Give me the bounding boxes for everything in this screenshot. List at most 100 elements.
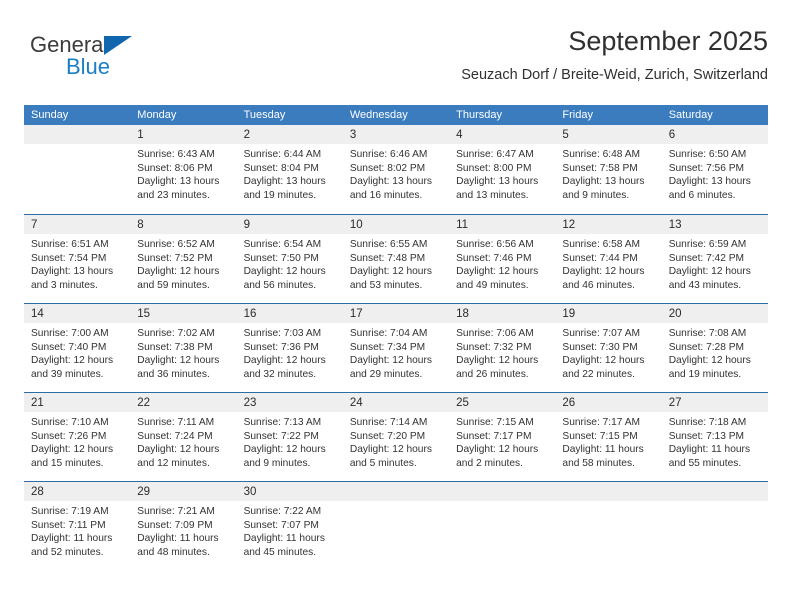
daylight-line-1: Daylight: 12 hours: [349, 355, 432, 367]
daylight-line-2: and 29 minutes.: [349, 368, 423, 380]
day-details: Sunrise: 7:02 AM Sunset: 7:38 PM Daylight:…: [130, 323, 236, 381]
sunset-line: Sunset: 7:46 PM: [456, 252, 532, 264]
day-cell[interactable]: 18 Sunrise: 7:06 AM Sunset: 7:32 PM Dayligh…: [449, 304, 556, 392]
day-number-band: [555, 482, 662, 501]
day-number-band: 17: [342, 304, 450, 323]
day-cell[interactable]: 6 Sunrise: 6:50 AM Sunset: 7:56 PM Daylight…: [661, 125, 768, 214]
day-number: 6: [668, 129, 676, 141]
day-cell[interactable]: 24 Sunrise: 7:14 AM Sunset: 7:20 PM Dayligh…: [342, 393, 450, 481]
day-number-band: 10: [342, 215, 450, 234]
day-cell[interactable]: 4 Sunrise: 6:47 AM Sunset: 8:00 PM Daylight…: [449, 125, 556, 214]
day-cell[interactable]: 20 Sunrise: 7:08 AM Sunset: 7:28 PM Dayligh…: [661, 304, 768, 392]
sunset-line: Sunset: 7:15 PM: [562, 430, 638, 442]
daylight-line-2: and 12 minutes.: [137, 457, 210, 469]
sunset-line: Sunset: 7:38 PM: [137, 341, 213, 353]
day-number: 8: [137, 219, 144, 231]
day-cell[interactable]: 30 Sunrise: 7:22 AM Sunset: 7:07 PM Dayligh…: [236, 482, 343, 570]
page-subtitle: Seuzach Dorf / Breite-Weid, Zurich, Swit…: [461, 67, 768, 83]
day-number: 12: [562, 219, 576, 231]
sunrise-line: Sunrise: 7:07 AM: [562, 328, 640, 339]
day-number-band: 11: [449, 215, 556, 234]
day-details: Sunrise: 7:08 AM Sunset: 7:28 PM Daylight:…: [662, 323, 768, 381]
day-details: Sunrise: 7:00 AM Sunset: 7:40 PM Daylight:…: [24, 323, 130, 381]
daylight-line-2: and 19 minutes.: [243, 189, 317, 201]
day-number-band: 3: [342, 125, 450, 144]
day-cell[interactable]: 19 Sunrise: 7:07 AM Sunset: 7:30 PM Dayligh…: [555, 304, 662, 392]
weekday-header-monday: Monday: [137, 109, 177, 121]
daylight-line-1: Daylight: 13 hours: [349, 176, 432, 188]
calendar-page: General Blue September 2025 Seuzach Dorf…: [0, 0, 792, 612]
day-cell[interactable]: 10 Sunrise: 6:55 AM Sunset: 7:48 PM Dayligh…: [342, 215, 450, 303]
daylight-line-1: Daylight: 11 hours: [668, 444, 751, 456]
day-cell[interactable]: 1 Sunrise: 6:43 AM Sunset: 8:06 PM Daylight…: [130, 125, 237, 214]
sunset-line: Sunset: 7:54 PM: [31, 252, 107, 264]
general-blue-logo[interactable]: General Blue: [30, 32, 210, 90]
day-number: 19: [562, 308, 576, 320]
daylight-line-2: and 26 minutes.: [456, 368, 529, 380]
day-cell[interactable]: 21 Sunrise: 7:10 AM Sunset: 7:26 PM Dayligh…: [24, 393, 131, 481]
day-cell[interactable]: 7 Sunrise: 6:51 AM Sunset: 7:54 PM Daylight…: [24, 215, 131, 303]
day-cell[interactable]: 2 Sunrise: 6:44 AM Sunset: 8:04 PM Daylight…: [236, 125, 343, 214]
day-number: 7: [31, 219, 38, 231]
day-cell[interactable]: 13 Sunrise: 6:59 AM Sunset: 7:42 PM Dayligh…: [661, 215, 768, 303]
day-number-band: [24, 125, 131, 144]
day-number-band: 25: [449, 393, 556, 412]
daylight-line-1: Daylight: 13 hours: [243, 176, 326, 188]
sunset-line: Sunset: 8:06 PM: [137, 162, 213, 174]
daylight-line-1: Daylight: 12 hours: [668, 355, 751, 367]
day-cell[interactable]: 3 Sunrise: 6:46 AM Sunset: 8:02 PM Daylight…: [342, 125, 450, 214]
day-number-band: 8: [130, 215, 237, 234]
day-number-band: 1: [130, 125, 237, 144]
day-number: 14: [31, 308, 44, 320]
page-header: General Blue September 2025 Seuzach Dorf…: [24, 24, 768, 94]
daylight-line-1: Daylight: 12 hours: [456, 355, 539, 367]
day-number-band: 26: [555, 393, 662, 412]
weekday-header-wednesday: Wednesday: [349, 109, 408, 121]
day-cell[interactable]: 8 Sunrise: 6:52 AM Sunset: 7:52 PM Daylight…: [130, 215, 237, 303]
day-cell[interactable]: 16 Sunrise: 7:03 AM Sunset: 7:36 PM Dayligh…: [236, 304, 343, 392]
sunrise-line: Sunrise: 6:46 AM: [349, 149, 428, 160]
sunset-line: Sunset: 7:22 PM: [243, 430, 319, 442]
day-cell[interactable]: 26 Sunrise: 7:17 AM Sunset: 7:15 PM Dayligh…: [555, 393, 662, 481]
day-number-band: 27: [661, 393, 768, 412]
sunrise-line: Sunrise: 7:19 AM: [31, 506, 109, 517]
day-details: Sunrise: 6:54 AM Sunset: 7:50 PM Daylight:…: [237, 234, 343, 292]
day-cell[interactable]: 22 Sunrise: 7:11 AM Sunset: 7:24 PM Dayligh…: [130, 393, 237, 481]
day-details: Sunrise: 6:56 AM Sunset: 7:46 PM Daylight:…: [449, 234, 555, 292]
day-cell[interactable]: 9 Sunrise: 6:54 AM Sunset: 7:50 PM Daylight…: [236, 215, 343, 303]
day-cell[interactable]: 15 Sunrise: 7:02 AM Sunset: 7:38 PM Dayligh…: [130, 304, 237, 392]
day-number: 2: [243, 129, 250, 141]
day-cell[interactable]: 5 Sunrise: 6:48 AM Sunset: 7:58 PM Daylight…: [555, 125, 662, 214]
day-cell[interactable]: 11 Sunrise: 6:56 AM Sunset: 7:46 PM Dayligh…: [449, 215, 556, 303]
day-cell[interactable]: 12 Sunrise: 6:58 AM Sunset: 7:44 PM Dayligh…: [555, 215, 662, 303]
sunset-line: Sunset: 7:40 PM: [31, 341, 107, 353]
calendar-week-row: 1 Sunrise: 6:43 AM Sunset: 8:06 PM Daylight…: [24, 125, 768, 214]
daylight-line-1: Daylight: 12 hours: [243, 266, 326, 278]
day-cell[interactable]: 29 Sunrise: 7:21 AM Sunset: 7:09 PM Dayligh…: [130, 482, 237, 570]
daylight-line-2: and 46 minutes.: [562, 279, 635, 291]
day-details: Sunrise: 7:13 AM Sunset: 7:22 PM Daylight:…: [237, 412, 343, 470]
daylight-line-1: Daylight: 12 hours: [31, 444, 114, 456]
triangle-icon: [104, 36, 132, 55]
day-cell[interactable]: 23 Sunrise: 7:13 AM Sunset: 7:22 PM Dayligh…: [236, 393, 343, 481]
sunset-line: Sunset: 7:09 PM: [137, 519, 213, 531]
day-cell[interactable]: 17 Sunrise: 7:04 AM Sunset: 7:34 PM Dayligh…: [342, 304, 450, 392]
day-number: 22: [137, 397, 151, 409]
day-cell[interactable]: 27 Sunrise: 7:18 AM Sunset: 7:13 PM Dayligh…: [661, 393, 768, 481]
sunset-line: Sunset: 7:24 PM: [137, 430, 213, 442]
sunrise-line: Sunrise: 7:02 AM: [137, 328, 215, 339]
sunset-line: Sunset: 7:50 PM: [243, 252, 319, 264]
day-number: 3: [349, 129, 357, 141]
day-cell-empty: [449, 482, 556, 570]
day-cell[interactable]: 14 Sunrise: 7:00 AM Sunset: 7:40 PM Dayligh…: [24, 304, 131, 392]
day-cell[interactable]: 28 Sunrise: 7:19 AM Sunset: 7:11 PM Dayligh…: [24, 482, 131, 570]
day-number: 9: [243, 219, 250, 231]
daylight-line-2: and 15 minutes.: [31, 457, 104, 469]
day-cell[interactable]: 25 Sunrise: 7:15 AM Sunset: 7:17 PM Dayligh…: [449, 393, 556, 481]
day-details: Sunrise: 7:07 AM Sunset: 7:30 PM Daylight:…: [555, 323, 661, 381]
sunrise-line: Sunrise: 7:04 AM: [349, 328, 428, 339]
day-number: 18: [456, 308, 469, 320]
sunset-line: Sunset: 7:32 PM: [456, 341, 532, 353]
day-number: 11: [456, 219, 469, 231]
day-number: 28: [31, 486, 44, 498]
